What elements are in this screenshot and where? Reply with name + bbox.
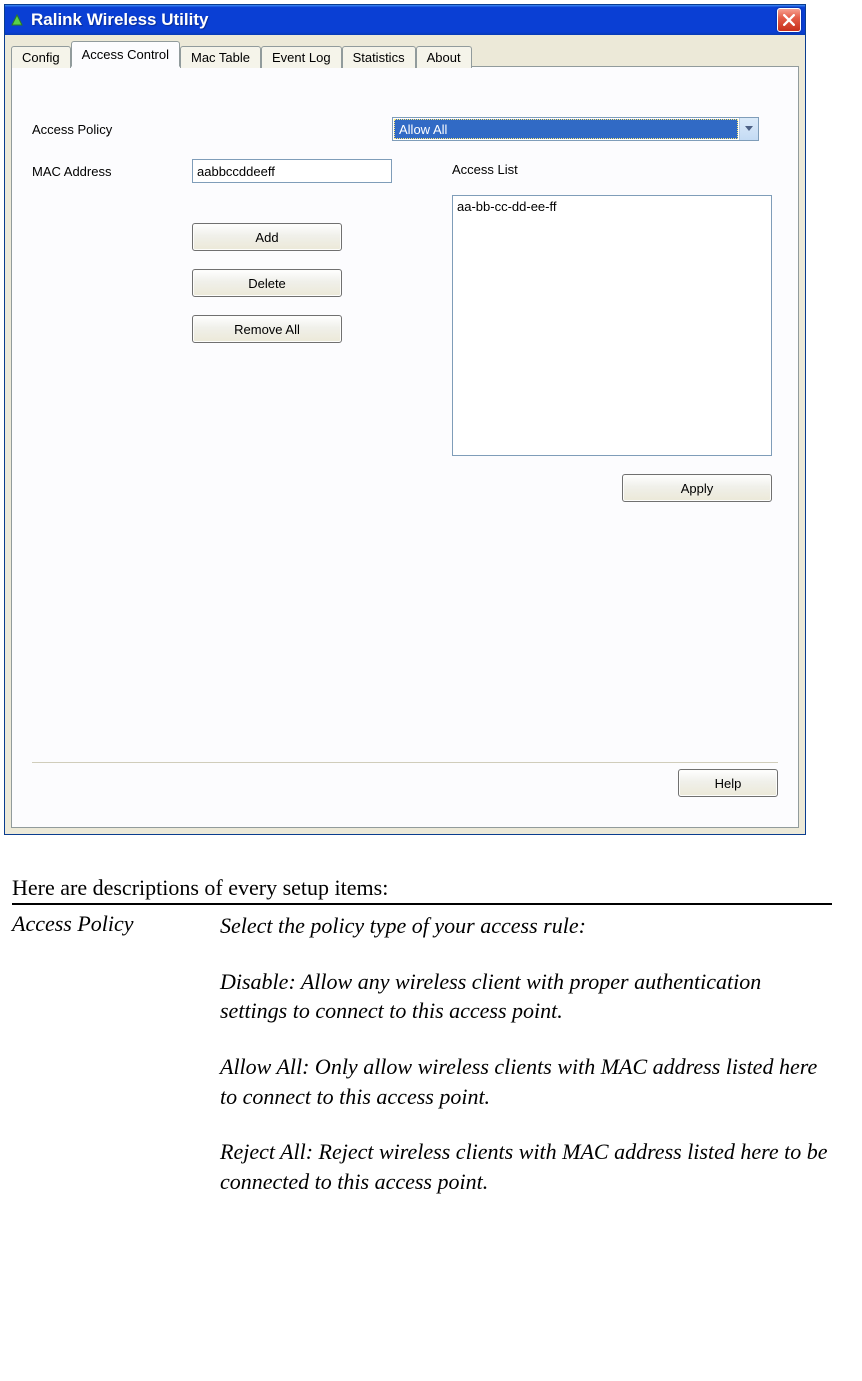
close-button[interactable] xyxy=(777,8,801,32)
tab-config[interactable]: Config xyxy=(11,46,71,68)
button-stack: Add Delete Remove All xyxy=(192,223,392,343)
app-window: Ralink Wireless Utility Config Access Co… xyxy=(4,4,806,835)
app-icon xyxy=(9,12,25,28)
tab-panel-access-control: Access Policy Allow All MAC Address xyxy=(11,66,799,828)
description-item-label: Access Policy xyxy=(12,911,220,1197)
description-intro: Here are descriptions of every setup ite… xyxy=(12,875,832,905)
access-policy-dropdown[interactable]: Allow All xyxy=(392,117,759,141)
description-item-text: Select the policy type of your access ru… xyxy=(220,911,832,1197)
titlebar[interactable]: Ralink Wireless Utility xyxy=(5,5,805,35)
delete-button[interactable]: Delete xyxy=(192,269,342,297)
client-area: Config Access Control Mac Table Event Lo… xyxy=(5,35,805,834)
mac-address-label: MAC Address xyxy=(32,164,192,179)
tab-statistics[interactable]: Statistics xyxy=(342,46,416,68)
list-item[interactable]: aa-bb-cc-dd-ee-ff xyxy=(457,198,767,215)
help-button[interactable]: Help xyxy=(678,769,778,797)
description-p2: Disable: Allow any wireless client with … xyxy=(220,967,832,1026)
access-list-label: Access List xyxy=(452,162,772,177)
apply-button[interactable]: Apply xyxy=(622,474,772,502)
tab-about[interactable]: About xyxy=(416,46,472,68)
dropdown-arrow-icon[interactable] xyxy=(739,118,758,140)
tab-mac-table[interactable]: Mac Table xyxy=(180,46,261,68)
tab-access-control[interactable]: Access Control xyxy=(71,41,180,67)
description-p4: Reject All: Reject wireless clients with… xyxy=(220,1137,832,1196)
window-title: Ralink Wireless Utility xyxy=(31,10,777,30)
add-button[interactable]: Add xyxy=(192,223,342,251)
mac-address-input[interactable] xyxy=(192,159,392,183)
description-p3: Allow All: Only allow wireless clients w… xyxy=(220,1052,832,1111)
access-policy-label: Access Policy xyxy=(32,122,192,137)
access-list[interactable]: aa-bb-cc-dd-ee-ff xyxy=(452,195,772,456)
tab-event-log[interactable]: Event Log xyxy=(261,46,342,68)
tabstrip: Config Access Control Mac Table Event Lo… xyxy=(11,41,799,67)
description-section: Here are descriptions of every setup ite… xyxy=(12,875,832,1197)
access-policy-value: Allow All xyxy=(394,119,738,139)
description-p1: Select the policy type of your access ru… xyxy=(220,911,832,941)
remove-all-button[interactable]: Remove All xyxy=(192,315,342,343)
help-bar: Help xyxy=(32,762,778,797)
